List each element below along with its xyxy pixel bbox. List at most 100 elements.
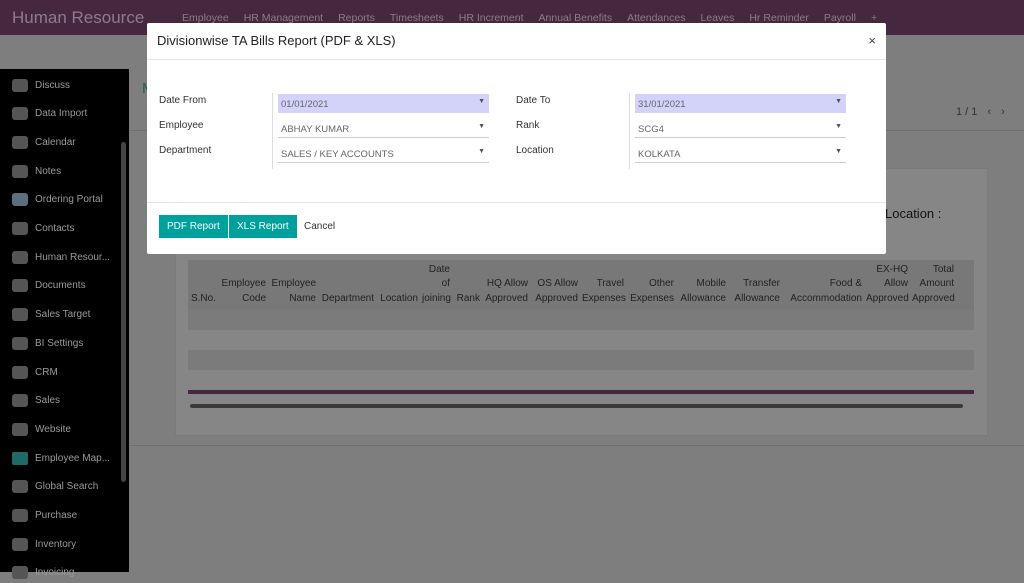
app-icon	[12, 394, 28, 408]
sidebar-item-label: Notes	[35, 165, 62, 177]
sidebar-item[interactable]: Discuss	[12, 75, 70, 95]
cancel-button[interactable]: Cancel	[304, 221, 335, 232]
table-row	[188, 310, 974, 330]
rank-value: SCG4	[638, 124, 664, 135]
date-to-label: Date To	[516, 95, 551, 106]
app-icon	[12, 480, 28, 494]
divider	[272, 93, 273, 169]
sidebar-item[interactable]: BI Settings	[12, 333, 83, 353]
sidebar-item-label: Human Resour...	[35, 251, 111, 263]
sidebar-item[interactable]: Human Resour...	[12, 247, 110, 267]
location-label: Location	[516, 145, 554, 156]
sidebar-item[interactable]: Data Import	[12, 104, 87, 124]
department-label: Department	[159, 145, 212, 156]
date-to-field[interactable]: 31/01/2021 ▼	[635, 94, 846, 113]
sidebar-item[interactable]: Purchase	[12, 506, 77, 526]
sidebar-item[interactable]: Sales	[12, 391, 60, 411]
sidebar-item-label: Employee Map...	[35, 452, 111, 464]
apps-sidebar: Discuss Data Import Calendar Notes Ordering …	[0, 69, 129, 580]
sidebar-scrollbar[interactable]	[121, 142, 126, 482]
date-from-field[interactable]: 01/01/2021 ▼	[278, 94, 489, 113]
app-icon	[12, 336, 28, 350]
sidebar-item-label: CRM	[35, 366, 58, 378]
column-header: EX-HQ Allow Approved	[866, 263, 909, 304]
chevron-right-icon[interactable]: ›	[1001, 106, 1005, 118]
rank-select[interactable]: SCG4 ▼	[635, 119, 846, 138]
sidebar-item[interactable]: CRM	[12, 362, 58, 382]
app-icon	[12, 509, 28, 522]
app-icon	[12, 279, 28, 293]
sidebar-item-label: Contacts	[35, 223, 75, 234]
chevron-left-icon[interactable]: ‹	[987, 106, 991, 118]
employee-select[interactable]: ABHAY KUMAR ▼	[278, 119, 489, 138]
column-header: S.No.	[190, 292, 216, 304]
app-icon	[12, 78, 28, 92]
app-icon	[12, 566, 28, 580]
caret-down-icon: ▼	[835, 148, 842, 155]
caret-down-icon: ▼	[478, 148, 485, 155]
sidebar-item[interactable]: Inventory	[12, 534, 76, 554]
sidebar-item[interactable]: Invoicing	[12, 563, 74, 583]
location-label: Location :	[885, 206, 942, 221]
app-icon	[12, 250, 28, 264]
sidebar-item-label: BI Settings	[35, 337, 84, 349]
location-value: KOLKATA	[638, 149, 681, 160]
sidebar-item-label: Invoicing	[35, 567, 75, 579]
department-value: SALES / KEY ACCOUNTS	[281, 149, 394, 160]
column-header: Rank	[456, 292, 480, 304]
sidebar-item[interactable]: Ordering Portal	[12, 190, 103, 210]
date-from-label: Date From	[159, 95, 207, 106]
sidebar-item[interactable]: Employee Map...	[12, 448, 110, 468]
pdf-report-button[interactable]: PDF Report	[159, 215, 228, 238]
sidebar-item-label: Sales	[35, 395, 61, 407]
app-title: Human Resource	[12, 8, 145, 27]
column-header: Employee Code	[221, 278, 266, 304]
sidebar-item[interactable]: Contacts	[12, 219, 74, 239]
date-to-value: 31/01/2021	[638, 99, 686, 110]
department-select[interactable]: SALES / KEY ACCOUNTS ▼	[278, 144, 489, 163]
column-header: Date of joining	[422, 263, 451, 304]
report-table-header: S.No. Employee Code Employee Name Departmen…	[188, 260, 974, 310]
column-header: OS Allow Approved	[535, 278, 578, 304]
sidebar-item-label: Documents	[35, 280, 86, 292]
sidebar-item[interactable]: Notes	[12, 161, 61, 181]
app-icon	[12, 537, 28, 551]
column-header: Employee Name	[271, 278, 316, 304]
caret-down-icon: ▼	[835, 123, 842, 130]
caret-down-icon: ▼	[478, 98, 485, 105]
column-header: Mobile Allowance	[680, 278, 726, 304]
map-pin-icon	[12, 451, 28, 465]
sidebar-item[interactable]: Sales Target	[12, 305, 90, 325]
column-header: Location	[380, 292, 418, 304]
divider	[128, 445, 1024, 446]
xls-report-button[interactable]: XLS Report	[229, 215, 297, 238]
sidebar-item-label: Website	[35, 423, 71, 435]
divider	[629, 93, 630, 169]
app-icon	[12, 308, 28, 322]
sidebar-item[interactable]: Documents	[12, 276, 86, 296]
caret-down-icon: ▼	[835, 98, 842, 105]
app-icon	[12, 222, 28, 235]
location-select[interactable]: KOLKATA ▼	[635, 144, 846, 163]
sidebar-item[interactable]: Calendar	[12, 132, 76, 152]
column-header: Travel Expenses	[582, 278, 626, 304]
sidebar-item[interactable]: Global Search	[12, 477, 98, 497]
dialog-footer-divider	[147, 202, 886, 203]
column-header: HQ Allow Approved	[485, 278, 528, 304]
sidebar-item-label: Purchase	[35, 510, 78, 521]
caret-down-icon: ▼	[478, 123, 485, 130]
column-header: Department	[321, 292, 374, 304]
app-icon	[12, 422, 28, 436]
rank-label: Rank	[516, 120, 540, 131]
sidebar-item-label: Calendar	[35, 136, 76, 148]
horizontal-scrollbar[interactable]	[190, 404, 963, 408]
column-header: Food & Accommodation	[790, 278, 862, 304]
close-icon[interactable]: ×	[868, 33, 876, 48]
app-icon	[12, 107, 28, 121]
sidebar-item[interactable]: Website	[12, 419, 71, 439]
sidebar-item-label: Inventory	[35, 538, 77, 550]
sidebar-item-label: Discuss	[35, 79, 71, 91]
pager-value[interactable]: 1 / 1	[956, 106, 977, 118]
sidebar-item-label: Sales Target	[35, 309, 91, 321]
sidebar-item-label: Data Import	[35, 108, 88, 120]
